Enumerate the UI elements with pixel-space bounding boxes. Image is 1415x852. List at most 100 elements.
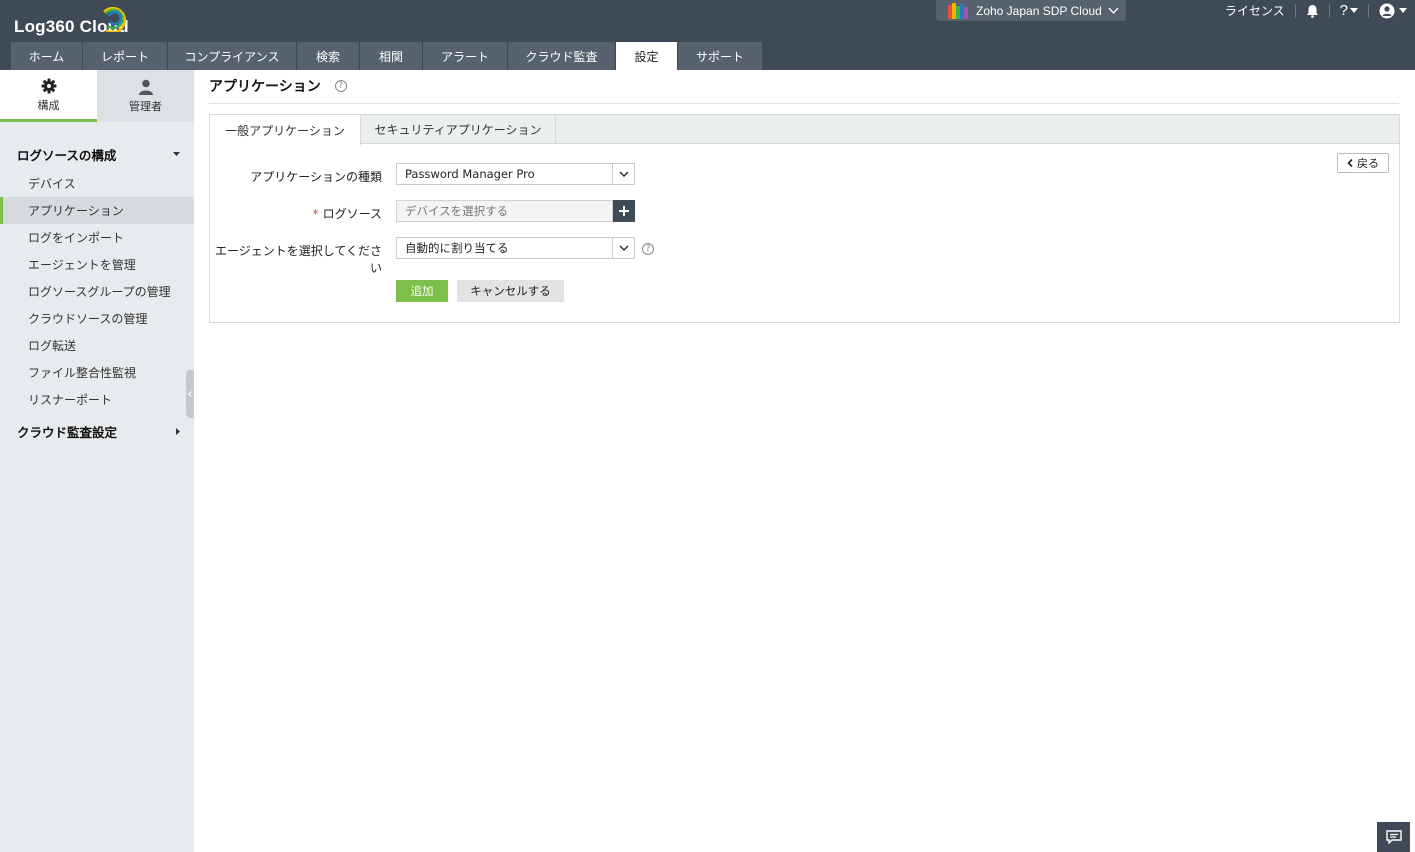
nav-tab-label: クラウド監査: [525, 49, 598, 64]
help-menu[interactable]: ?: [1330, 0, 1368, 21]
notifications-button[interactable]: [1296, 0, 1329, 21]
sidebar-item-listener-ports[interactable]: リスナーポート: [0, 386, 194, 413]
add-button[interactable]: 追加: [396, 280, 448, 302]
chevron-down-icon: [1108, 7, 1119, 14]
caret-down-icon: [1399, 8, 1407, 13]
nav-tab-alerts[interactable]: アラート: [423, 42, 508, 70]
menu-label: アプリケーション: [28, 204, 124, 218]
license-link[interactable]: ライセンス: [1215, 0, 1295, 21]
help-icon: ?: [1339, 2, 1348, 19]
back-button[interactable]: 戻る: [1337, 153, 1389, 173]
section-cloud-audit-settings[interactable]: クラウド監査設定: [0, 415, 194, 447]
sidebar-item-log-source-groups[interactable]: ログソースグループの管理: [0, 278, 194, 305]
nav-tab-label: コンプライアンス: [184, 49, 280, 64]
top-bar: Log360 Cloud Zoho Japan SDP Cloud ライセンス: [0, 0, 1415, 70]
main-nav: ホーム レポート コンプライアンス 検索 相関 アラート クラウド監査 設定 サ…: [11, 42, 763, 70]
application-panel: 一般アプリケーション セキュリティアプリケーション 戻る アプリケーションの種類…: [209, 114, 1400, 323]
section-log-source-config[interactable]: ログソースの構成: [0, 138, 194, 170]
menu-label: ファイル整合性監視: [28, 366, 137, 380]
cancel-button[interactable]: キャンセルする: [457, 280, 564, 302]
chevron-down-icon: [618, 245, 629, 251]
sidebar-tab-label: 管理者: [129, 100, 162, 113]
sidebar-item-file-integrity[interactable]: ファイル整合性監視: [0, 359, 194, 386]
menu-label: エージェントを管理: [28, 258, 136, 272]
app-type-value: Password Manager Pro: [405, 167, 535, 181]
tab-label: 一般アプリケーション: [225, 123, 345, 138]
chevron-left-icon: [188, 391, 192, 397]
page-title-text: アプリケーション: [209, 79, 321, 95]
title-divider: [209, 103, 1399, 104]
label-text: アプリケーションの種類: [250, 170, 382, 184]
section-title: クラウド監査設定: [17, 424, 118, 440]
menu-label: クラウドソースの管理: [28, 312, 148, 326]
sidebar-tab-label: 構成: [37, 98, 60, 112]
user-avatar-icon: [1379, 3, 1395, 18]
org-logo-icon: [948, 2, 968, 19]
license-label: ライセンス: [1224, 4, 1285, 18]
nav-tab-label: レポート: [100, 49, 149, 64]
caret-down-icon: [173, 152, 180, 156]
sidebar-item-manage-agents[interactable]: エージェントを管理: [0, 251, 194, 278]
sidebar-item-cloud-sources[interactable]: クラウドソースの管理: [0, 305, 194, 332]
user-menu[interactable]: [1369, 0, 1415, 21]
help-icon[interactable]: ?: [642, 243, 654, 255]
nav-tab-compliance[interactable]: コンプライアンス: [168, 42, 297, 70]
label-text: エージェントを選択してください: [214, 244, 382, 275]
nav-tab-label: 検索: [315, 49, 340, 64]
nav-tab-label: サポート: [695, 49, 744, 64]
chevron-left-icon: [1347, 159, 1353, 167]
menu-label: ログソースグループの管理: [28, 285, 171, 299]
sidebar-item-devices[interactable]: デバイス: [0, 170, 194, 197]
top-right-toolbar: ライセンス ?: [1215, 0, 1415, 21]
sidebar-item-import-logs[interactable]: ログをインポート: [0, 224, 194, 251]
dropdown-toggle[interactable]: [612, 238, 634, 258]
help-icon[interactable]: ?: [334, 80, 347, 92]
nav-tab-label: ホーム: [28, 49, 65, 64]
tab-general-applications[interactable]: 一般アプリケーション: [210, 115, 361, 145]
nav-tab-settings[interactable]: 設定: [616, 42, 678, 70]
nav-tab-label: アラート: [440, 49, 489, 64]
nav-tab-reports[interactable]: レポート: [83, 42, 168, 70]
menu-label: ログをインポート: [28, 231, 125, 245]
sidebar-tab-configuration[interactable]: 構成: [0, 70, 97, 122]
nav-tab-label: 設定: [634, 49, 659, 64]
nav-tab-search[interactable]: 検索: [297, 42, 360, 70]
nav-tab-cloud-audit[interactable]: クラウド監査: [508, 42, 616, 70]
sidebar-tab-admin[interactable]: 管理者: [97, 70, 194, 122]
nav-tab-home[interactable]: ホーム: [11, 42, 83, 70]
back-label: 戻る: [1357, 157, 1379, 170]
sidebar: 構成 管理者 ログソースの構成 デバイス アプリケーション ログをインポート エ…: [0, 70, 194, 852]
user-icon: [138, 79, 153, 95]
chat-button[interactable]: [1377, 822, 1410, 852]
nav-tab-correlation[interactable]: 相関: [360, 42, 423, 70]
application-tabs: 一般アプリケーション セキュリティアプリケーション: [210, 115, 1399, 145]
org-selector[interactable]: Zoho Japan SDP Cloud: [936, 0, 1126, 21]
section-title: ログソースの構成: [17, 147, 117, 163]
add-log-source-button[interactable]: [613, 200, 635, 222]
caret-right-icon: [176, 427, 180, 435]
app-type-select[interactable]: Password Manager Pro: [396, 163, 635, 185]
agent-select[interactable]: 自動的に割り当てる: [396, 237, 635, 259]
sidebar-collapse-handle[interactable]: [186, 370, 194, 418]
tab-security-applications[interactable]: セキュリティアプリケーション: [361, 115, 556, 144]
bell-icon: [1306, 4, 1318, 18]
org-name: Zoho Japan SDP Cloud: [976, 3, 1102, 18]
menu-label: ログ転送: [28, 339, 77, 353]
sidebar-item-applications[interactable]: アプリケーション: [0, 197, 194, 224]
sidebar-tabs: 構成 管理者: [0, 70, 194, 122]
app-type-label: アプリケーションの種類: [210, 168, 382, 185]
tab-label: セキュリティアプリケーション: [374, 123, 542, 137]
log-source-input[interactable]: [396, 200, 613, 222]
chat-icon: [1385, 830, 1402, 844]
agent-label: エージェントを選択してください: [210, 242, 382, 276]
gear-icon: [41, 78, 56, 93]
caret-down-icon: [1350, 8, 1358, 13]
dropdown-toggle[interactable]: [612, 164, 634, 184]
log-source-label: * ログソース: [210, 205, 382, 222]
nav-tab-support[interactable]: サポート: [678, 42, 763, 70]
page-title: アプリケーション ?: [209, 76, 347, 96]
sidebar-item-log-forwarding[interactable]: ログ転送: [0, 332, 194, 359]
menu-label: デバイス: [28, 177, 76, 191]
plus-icon: [619, 206, 629, 216]
label-text: ログソース: [322, 207, 382, 221]
